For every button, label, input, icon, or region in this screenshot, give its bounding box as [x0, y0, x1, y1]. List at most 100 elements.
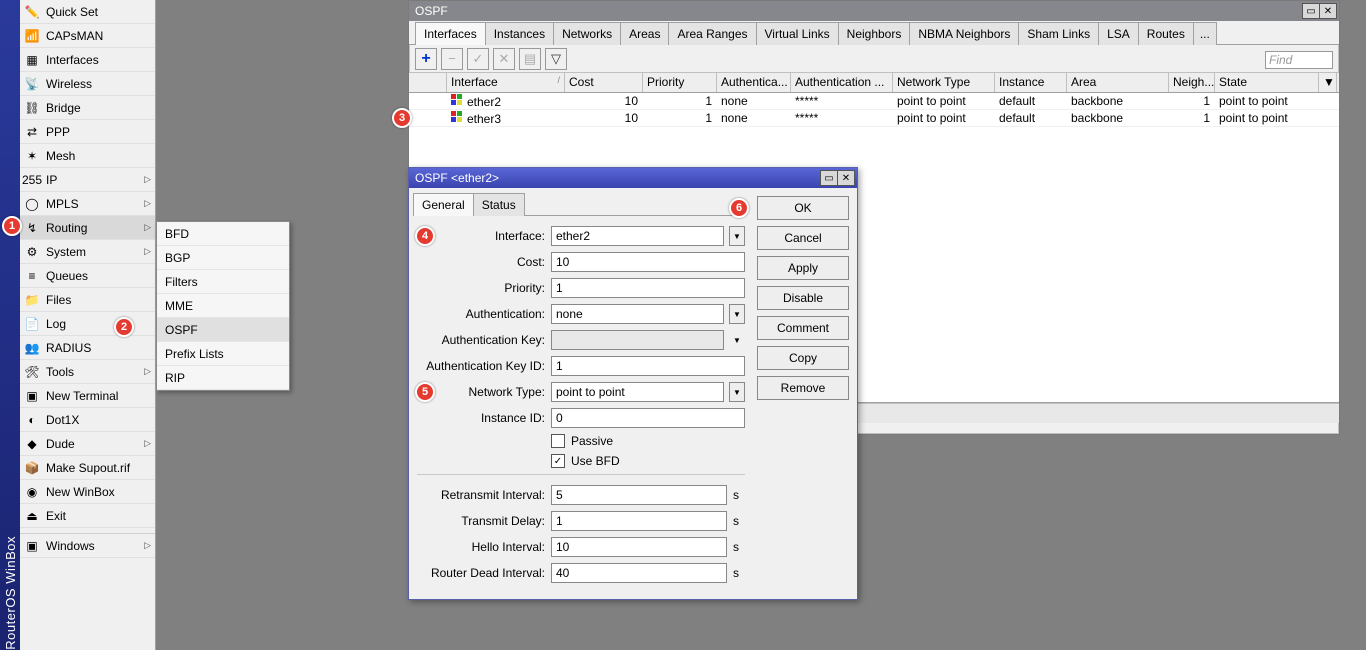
column-header[interactable]: Neigh...	[1169, 73, 1215, 92]
authkey-field[interactable]	[551, 330, 724, 350]
column-header[interactable]: Instance	[995, 73, 1067, 92]
interface-dropdown-icon[interactable]: ▼	[729, 226, 745, 246]
sidebar-item-dot1x[interactable]: ◐Dot1X	[20, 408, 155, 432]
sidebar-item-new-terminal[interactable]: ▣New Terminal	[20, 384, 155, 408]
column-header[interactable]: Area	[1067, 73, 1169, 92]
filter-button[interactable]: ▽	[545, 48, 567, 70]
disable-button[interactable]: Disable	[757, 286, 849, 310]
ok-button[interactable]: OK	[757, 196, 849, 220]
sidebar-item-windows[interactable]: ▣Windows▷	[20, 534, 155, 558]
enable-button[interactable]: ✓	[467, 48, 489, 70]
column-header[interactable]	[409, 73, 447, 92]
retrans-field[interactable]: 5	[551, 485, 727, 505]
sidebar-item-mesh[interactable]: ✶Mesh	[20, 144, 155, 168]
sidebar-item-dude[interactable]: ◆Dude▷	[20, 432, 155, 456]
sidebar-item-ip[interactable]: 255IP▷	[20, 168, 155, 192]
sidebar-item-capsman[interactable]: 📶CAPsMAN	[20, 24, 155, 48]
sidebar-item-ppp[interactable]: ⇄PPP	[20, 120, 155, 144]
table-cell: 10	[565, 94, 643, 108]
usebfd-checkbox[interactable]: ✓	[551, 454, 565, 468]
minimize-icon[interactable]: ▭	[1302, 3, 1320, 19]
remove-button[interactable]: −	[441, 48, 463, 70]
passive-checkbox[interactable]	[551, 434, 565, 448]
tab-neighbors[interactable]: Neighbors	[838, 22, 911, 45]
table-row[interactable]: ether2101none*****point to pointdefaultb…	[409, 93, 1339, 110]
hello-label: Hello Interval:	[417, 540, 545, 554]
tab-nbma-neighbors[interactable]: NBMA Neighbors	[909, 22, 1019, 45]
column-header[interactable]: State	[1215, 73, 1319, 92]
authkeyid-field[interactable]: 1	[551, 356, 745, 376]
sidebar-item-files[interactable]: 📁Files	[20, 288, 155, 312]
tab-routes[interactable]: Routes	[1138, 22, 1194, 45]
instid-field[interactable]: 0	[551, 408, 745, 428]
priority-field[interactable]: 1	[551, 278, 745, 298]
dead-field[interactable]: 40	[551, 563, 727, 583]
ntype-dropdown-icon[interactable]: ▼	[729, 382, 745, 402]
auth-dropdown-icon[interactable]: ▼	[729, 304, 745, 324]
comment-button[interactable]: ▤	[519, 48, 541, 70]
column-menu-icon[interactable]: ▼	[1319, 73, 1337, 92]
add-button[interactable]: +	[415, 48, 437, 70]
auth-field[interactable]: none	[551, 304, 724, 324]
sidebar-item-new-winbox[interactable]: ◉New WinBox	[20, 480, 155, 504]
submenu-item-ospf[interactable]: OSPF	[157, 318, 289, 342]
close-icon[interactable]: ✕	[837, 170, 855, 186]
column-header[interactable]: Priority	[643, 73, 717, 92]
cancel-button[interactable]: Cancel	[757, 226, 849, 250]
sidebar-item-radius[interactable]: 👥RADIUS	[20, 336, 155, 360]
tab-interfaces[interactable]: Interfaces	[415, 22, 486, 45]
submenu-item-prefix-lists[interactable]: Prefix Lists	[157, 342, 289, 366]
sidebar-item-bridge[interactable]: ⛓Bridge	[20, 96, 155, 120]
copy-button[interactable]: Copy	[757, 346, 849, 370]
sidebar-item-make-supout-rif[interactable]: 📦Make Supout.rif	[20, 456, 155, 480]
column-header[interactable]: Interface/	[447, 73, 565, 92]
sidebar-item-mpls[interactable]: ◯MPLS▷	[20, 192, 155, 216]
ntype-field[interactable]: point to point	[551, 382, 724, 402]
cost-field[interactable]: 10	[551, 252, 745, 272]
sidebar-item-system[interactable]: ⚙System▷	[20, 240, 155, 264]
apply-button[interactable]: Apply	[757, 256, 849, 280]
submenu-item-bfd[interactable]: BFD	[157, 222, 289, 246]
disable-button[interactable]: ✕	[493, 48, 515, 70]
dialog-titlebar[interactable]: OSPF <ether2> ▭ ✕	[409, 168, 857, 188]
comment-button[interactable]: Comment	[757, 316, 849, 340]
tab-sham-links[interactable]: Sham Links	[1018, 22, 1099, 45]
find-input[interactable]: Find	[1265, 51, 1333, 69]
hello-field[interactable]: 10	[551, 537, 727, 557]
column-header[interactable]: Network Type	[893, 73, 995, 92]
instid-label: Instance ID:	[417, 411, 545, 425]
submenu-item-filters[interactable]: Filters	[157, 270, 289, 294]
sidebar-item-quick-set[interactable]: ✏️Quick Set	[20, 0, 155, 24]
column-header[interactable]: Authentica...	[717, 73, 791, 92]
sidebar-item-routing[interactable]: ↯Routing▷	[20, 216, 155, 240]
submenu-item-bgp[interactable]: BGP	[157, 246, 289, 270]
ospf-window-titlebar[interactable]: OSPF ▭ ✕	[409, 1, 1339, 21]
column-header[interactable]: Authentication ...	[791, 73, 893, 92]
interface-field[interactable]: ether2	[551, 226, 724, 246]
dialog-tab-general[interactable]: General	[413, 193, 474, 216]
tab--[interactable]: ...	[1193, 22, 1217, 45]
tab-networks[interactable]: Networks	[553, 22, 621, 45]
submenu-item-rip[interactable]: RIP	[157, 366, 289, 390]
column-header[interactable]: Cost	[565, 73, 643, 92]
sidebar-item-exit[interactable]: ⏏Exit	[20, 504, 155, 528]
table-row[interactable]: ether3101none*****point to pointdefaultb…	[409, 110, 1339, 127]
tab-area-ranges[interactable]: Area Ranges	[668, 22, 756, 45]
tab-lsa[interactable]: LSA	[1098, 22, 1139, 45]
minimize-icon[interactable]: ▭	[820, 170, 838, 186]
authkey-reveal-icon[interactable]: ▼	[729, 330, 745, 350]
close-icon[interactable]: ✕	[1319, 3, 1337, 19]
tab-areas[interactable]: Areas	[620, 22, 669, 45]
sidebar-item-log[interactable]: 📄Log	[20, 312, 155, 336]
tab-virtual-links[interactable]: Virtual Links	[756, 22, 839, 45]
dialog-tab-status[interactable]: Status	[473, 193, 525, 216]
submenu-arrow-icon: ▷	[144, 366, 151, 377]
remove-button[interactable]: Remove	[757, 376, 849, 400]
sidebar-item-wireless[interactable]: 📡Wireless	[20, 72, 155, 96]
txdelay-field[interactable]: 1	[551, 511, 727, 531]
submenu-item-mme[interactable]: MME	[157, 294, 289, 318]
tab-instances[interactable]: Instances	[485, 22, 554, 45]
sidebar-item-tools[interactable]: 🛠Tools▷	[20, 360, 155, 384]
sidebar-item-interfaces[interactable]: ▦Interfaces	[20, 48, 155, 72]
sidebar-item-queues[interactable]: ≡Queues	[20, 264, 155, 288]
